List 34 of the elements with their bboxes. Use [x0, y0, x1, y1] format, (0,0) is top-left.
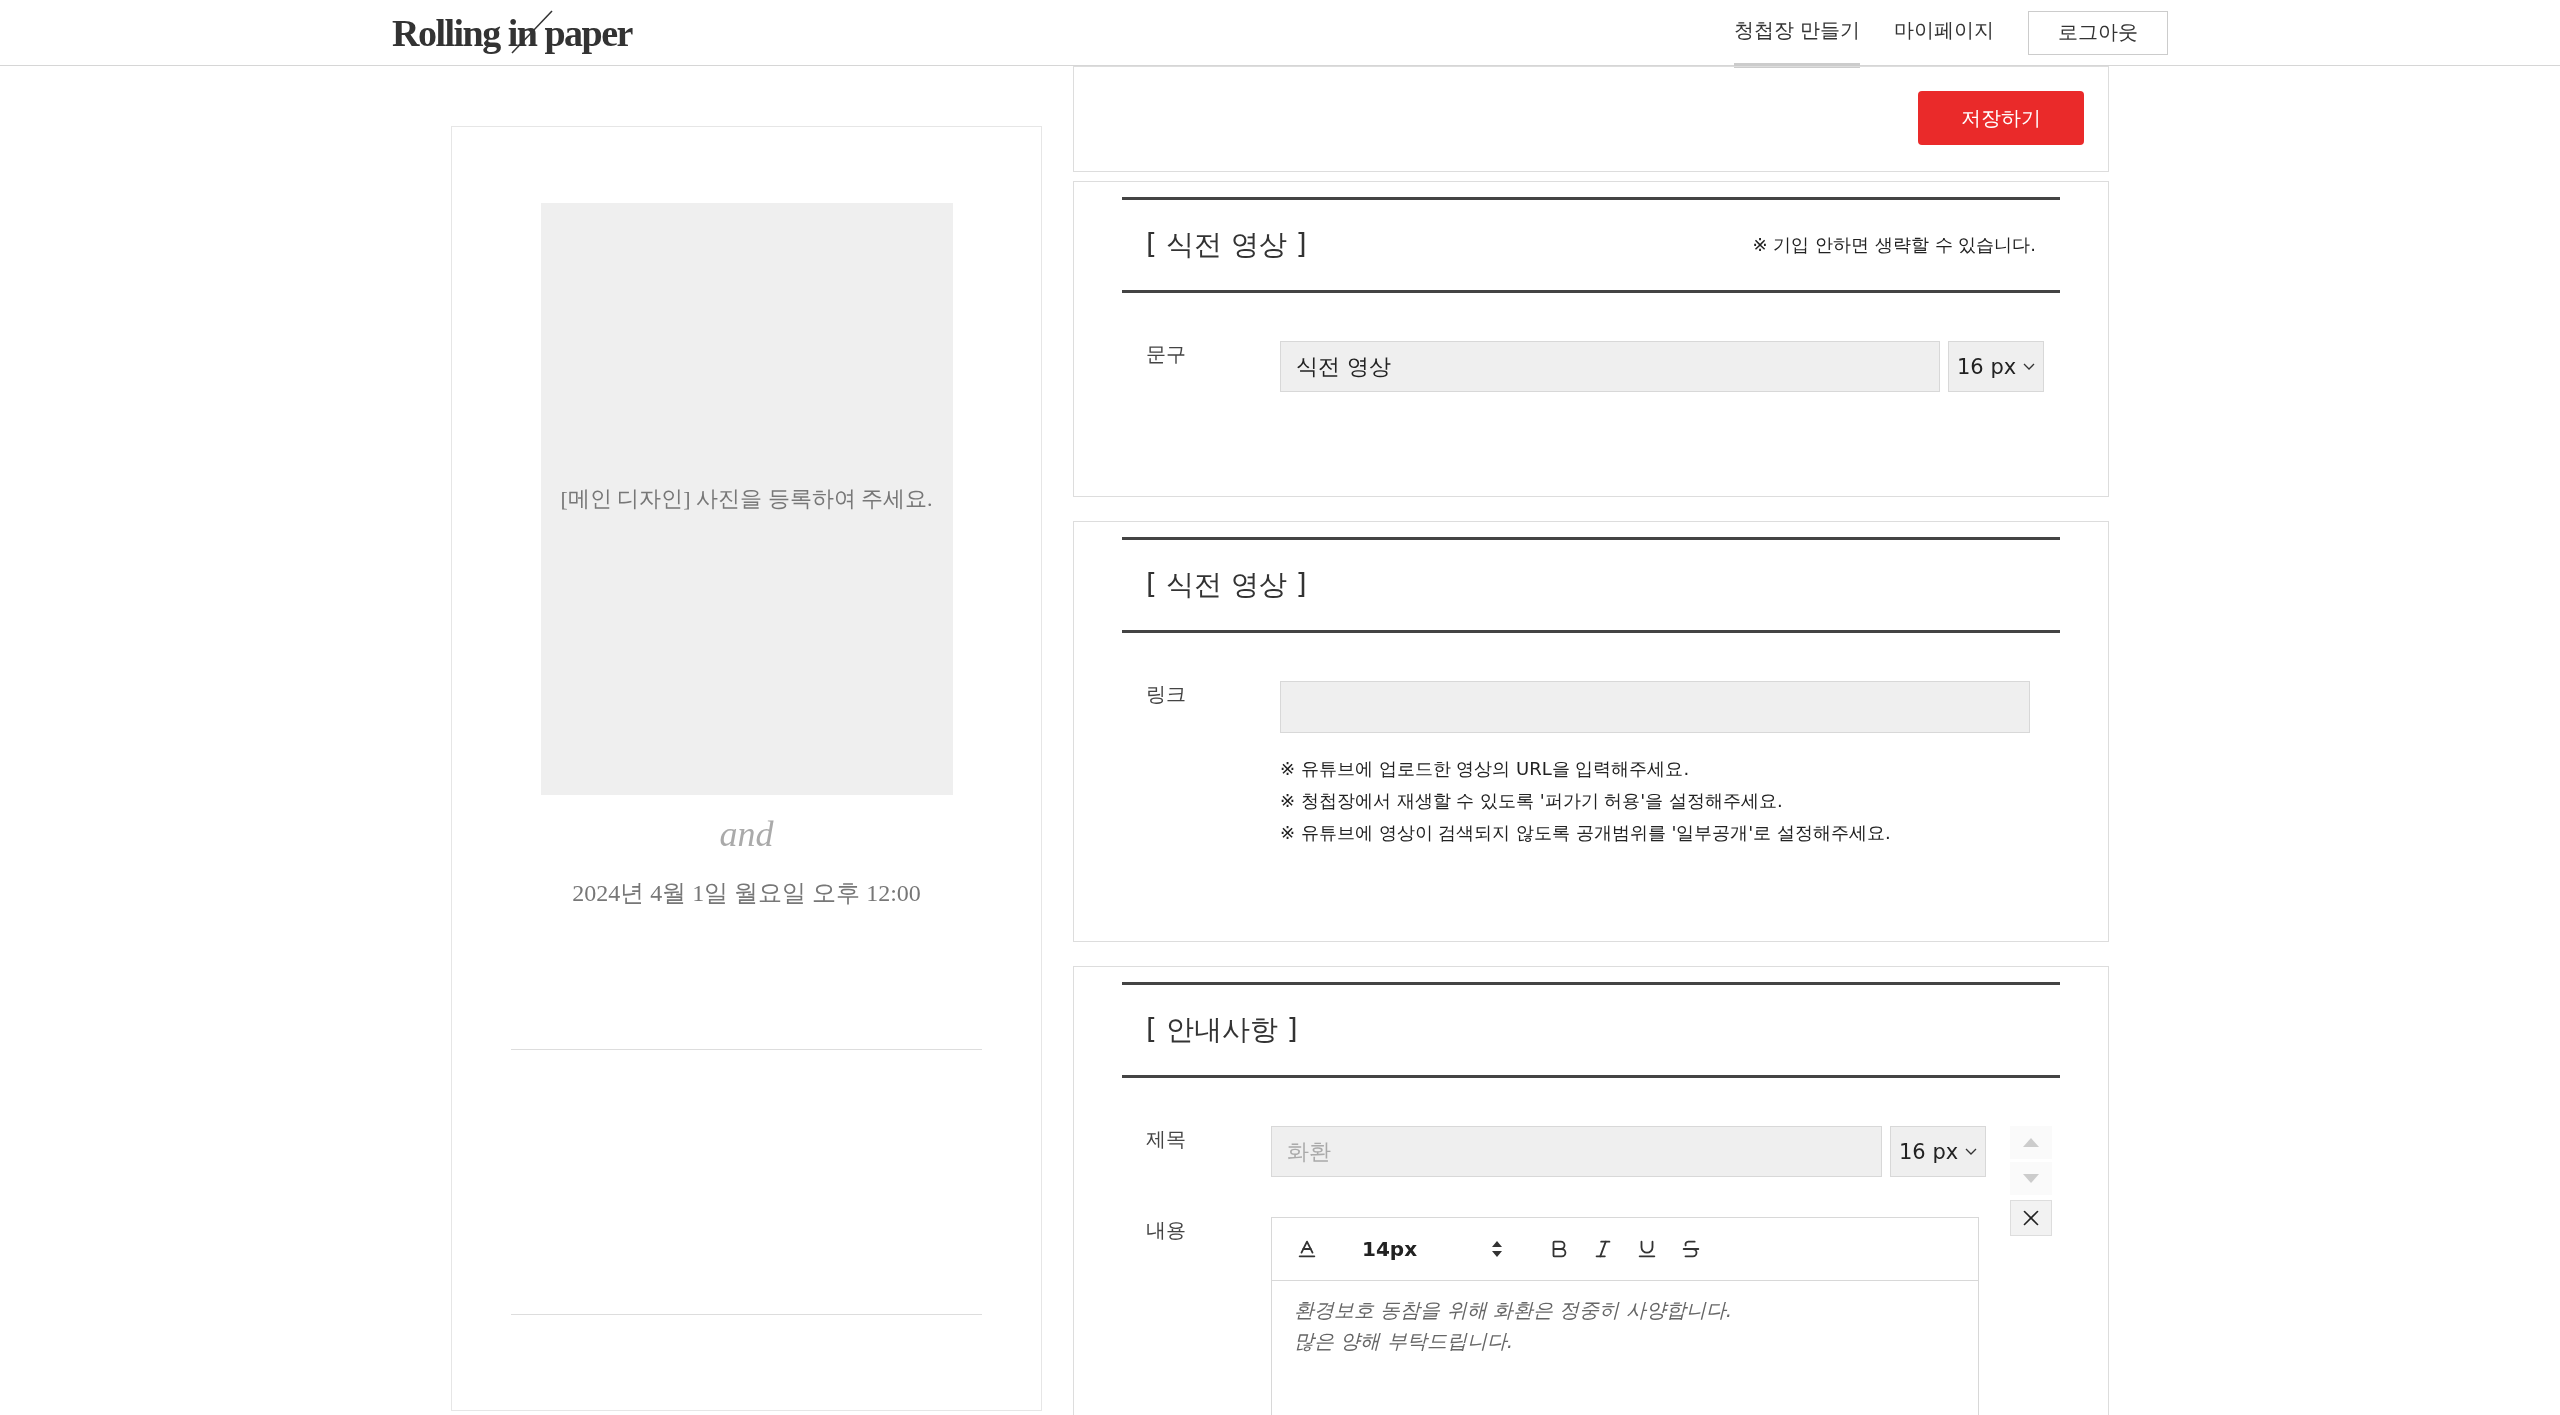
- editor-text-line: 환경보호 동참을 위해 화환은 정중히 사양합니다.: [1294, 1297, 1734, 1324]
- section-title: [ 안내사항 ]: [1146, 1012, 1298, 1048]
- link-input[interactable]: [1280, 681, 2030, 733]
- instruction-note: ※ 청첩장에서 재생할 수 있도록 '퍼가기 허용'을 설정해주세요.: [1280, 789, 1784, 813]
- close-button[interactable]: [2010, 1200, 2052, 1236]
- field-label: 제목: [1146, 1126, 1187, 1153]
- section-title: [ 식전 영상 ]: [1146, 567, 1307, 603]
- logo[interactable]: Rolling in paper: [392, 10, 636, 55]
- field-label: 내용: [1146, 1217, 1187, 1244]
- phrase-input[interactable]: 식전 영상: [1280, 341, 1940, 392]
- up-arrow-icon: [2023, 1138, 2039, 1147]
- sort-icon: [1492, 1241, 1502, 1257]
- section-title: [ 식전 영상 ]: [1146, 227, 1307, 263]
- photo-upload-field[interactable]: [메인 디자인] 사진을 등록하여 주세요.: [540, 203, 953, 795]
- optional-note: ※ 기입 안하면 생략할 수 있습니다.: [1752, 233, 2036, 257]
- chevron-down-icon: [2023, 363, 2035, 370]
- font-size-select[interactable]: 16 px: [1948, 341, 2044, 392]
- nav-link[interactable]: 마이페이지: [1894, 3, 1994, 68]
- editor-text-line: 많은 양해 부탁드립니다.: [1294, 1328, 1515, 1355]
- font-size-select[interactable]: 14px: [1362, 1237, 1502, 1261]
- font-size-select[interactable]: 16 px: [1890, 1126, 1986, 1177]
- field-label: 링크: [1146, 681, 1187, 708]
- nav-link[interactable]: 청첩장 만들기: [1733, 3, 1860, 68]
- wedding-date: 2024년 4월 1일 월요일 오후 12:00: [572, 879, 921, 908]
- connector-text: and: [719, 813, 774, 855]
- instruction-note: ※ 유튜브에 영상이 검색되지 않도록 공개범위를 '일부공개'로 설정해주세요.: [1280, 821, 1892, 845]
- instruction-note: ※ 유튜브에 업로드한 영상의 URL을 입력해주세요.: [1280, 757, 1691, 781]
- rich-text-editor[interactable]: 14px 환경보호 동참을 위해 화환은 정중히 사양합니다. 많은 양해 부탁드립니다.: [1271, 1217, 1979, 1415]
- field-label: 문구: [1146, 341, 1187, 368]
- title-input[interactable]: 화환: [1271, 1126, 1882, 1177]
- down-arrow-icon: [2023, 1174, 2039, 1183]
- logout-button[interactable]: 로그아웃: [2028, 10, 2168, 55]
- chevron-down-icon: [1965, 1148, 1977, 1155]
- save-button[interactable]: 저장하기: [1918, 91, 2084, 145]
